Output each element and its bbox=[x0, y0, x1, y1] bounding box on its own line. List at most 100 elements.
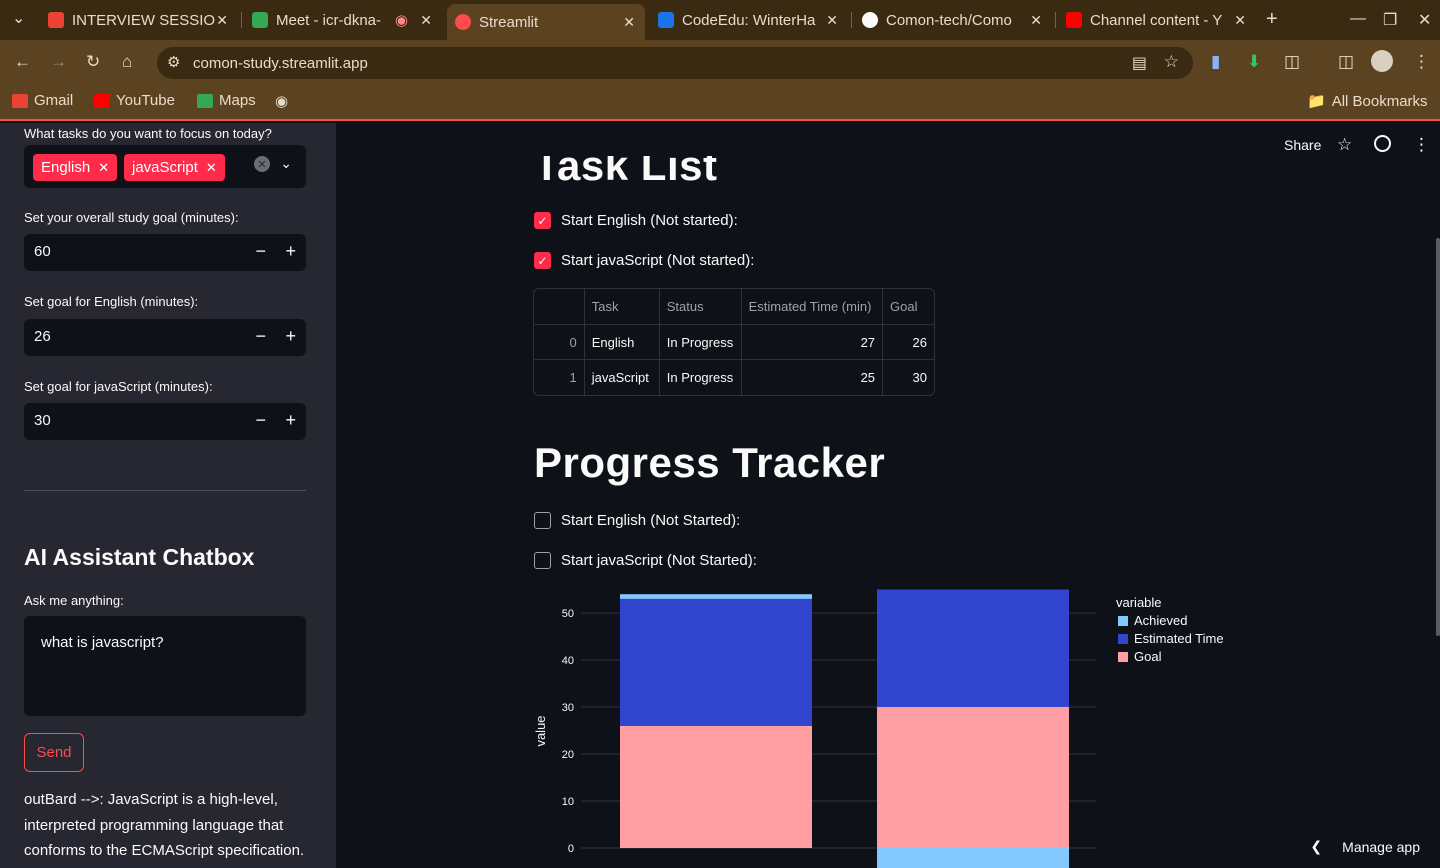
reload-icon[interactable]: ↻ bbox=[86, 52, 100, 72]
chevron-down-icon[interactable]: ⌄ bbox=[280, 155, 292, 172]
table-header[interactable]: Task bbox=[584, 289, 660, 325]
overall-goal-input[interactable]: 60 − + bbox=[24, 234, 306, 271]
bookmark-label: Gmail bbox=[34, 92, 74, 109]
tab-streamlit[interactable]: Streamlit ✕ bbox=[447, 4, 645, 40]
maps-icon bbox=[197, 93, 213, 108]
scrollbar[interactable] bbox=[1436, 238, 1440, 636]
decrement-button[interactable]: − bbox=[255, 410, 266, 431]
table-cell[interactable]: In Progress bbox=[660, 360, 742, 395]
restore-icon[interactable]: ❐ bbox=[1383, 10, 1397, 30]
table-cell[interactable]: 26 bbox=[883, 325, 934, 360]
home-icon[interactable]: ⌂ bbox=[122, 52, 132, 72]
clear-all-icon[interactable]: ✕ bbox=[254, 156, 270, 172]
chip-remove-icon[interactable]: ✕ bbox=[98, 160, 109, 176]
new-tab-icon[interactable]: + bbox=[1266, 8, 1278, 31]
table-header[interactable]: Goal bbox=[883, 289, 934, 325]
task-checkbox-english[interactable]: ✓ Start English (Not started): bbox=[534, 212, 738, 229]
close-icon[interactable]: ✕ bbox=[826, 12, 838, 29]
forward-icon[interactable]: → bbox=[50, 52, 67, 72]
extension-download-icon[interactable]: ⬇ bbox=[1247, 52, 1261, 72]
increment-button[interactable]: + bbox=[285, 241, 296, 262]
bookmark-gmail[interactable]: Gmail bbox=[12, 92, 73, 109]
table-cell[interactable]: 27 bbox=[741, 325, 884, 360]
task-table[interactable]: Task Status Estimated Time (min) Goal 0 … bbox=[533, 288, 935, 396]
legend-swatch bbox=[1118, 634, 1128, 644]
bookmark-maps[interactable]: Maps bbox=[197, 92, 256, 109]
close-icon[interactable]: ✕ bbox=[1030, 12, 1042, 29]
checkbox-checked-icon[interactable]: ✓ bbox=[534, 212, 551, 229]
increment-button[interactable]: + bbox=[285, 410, 296, 431]
task-checkbox-javascript[interactable]: ✓ Start javaScript (Not started): bbox=[534, 252, 754, 269]
increment-button[interactable]: + bbox=[285, 326, 296, 347]
table-cell[interactable]: 25 bbox=[742, 360, 884, 395]
english-goal-label: Set goal for English (minutes): bbox=[24, 294, 199, 309]
github-icon[interactable] bbox=[1374, 135, 1391, 152]
tasks-multiselect[interactable]: English ✕ javaScript ✕ ✕ ⌄ bbox=[24, 145, 306, 188]
bookmark-youtube[interactable]: YouTube bbox=[94, 92, 175, 109]
extensions-icon[interactable]: ◫ bbox=[1284, 52, 1300, 72]
tab-search-icon[interactable]: ⌄ bbox=[12, 8, 25, 28]
js-goal-input[interactable]: 30 − + bbox=[24, 403, 306, 440]
bookmark-globe[interactable]: ◉ bbox=[275, 92, 288, 110]
english-goal-input[interactable]: 26 − + bbox=[24, 319, 306, 356]
side-panel-icon[interactable]: ◫ bbox=[1338, 52, 1354, 72]
menu-icon[interactable]: ⋮ bbox=[1413, 52, 1430, 72]
back-icon[interactable]: ← bbox=[14, 52, 31, 72]
youtube-icon bbox=[94, 93, 110, 108]
manage-app-button[interactable]: ❮ Manage app bbox=[1310, 838, 1420, 855]
table-cell[interactable]: 1 bbox=[534, 360, 585, 395]
legend-item: Achieved bbox=[1134, 613, 1187, 628]
extension-docs-icon[interactable]: ▮ bbox=[1211, 52, 1220, 72]
table-cell[interactable]: 30 bbox=[883, 360, 934, 395]
tab-github[interactable]: Comon-tech/Como ✕ bbox=[862, 6, 1052, 34]
decrement-button[interactable]: − bbox=[255, 326, 266, 347]
tab-codeedu[interactable]: CodeEdu: WinterHa ✕ bbox=[658, 6, 848, 34]
progress-checkbox-english[interactable]: Start English (Not Started): bbox=[534, 512, 740, 529]
close-icon[interactable]: ✕ bbox=[216, 12, 228, 29]
tab-label: INTERVIEW SESSIO bbox=[72, 11, 216, 29]
table-cell[interactable]: 0 bbox=[534, 325, 585, 360]
sidebar: What tasks do you want to focus on today… bbox=[0, 123, 336, 868]
table-row: 0 English In Progress 27 26 bbox=[534, 325, 934, 360]
chat-textarea[interactable]: what is javascript? bbox=[24, 616, 306, 716]
minimize-icon[interactable]: — bbox=[1350, 10, 1366, 28]
tab-meet[interactable]: Meet - icr-dkna- ◉ ✕ bbox=[252, 6, 442, 34]
tab-youtube[interactable]: Channel content - Y ✕ bbox=[1066, 6, 1256, 34]
table-header[interactable] bbox=[534, 289, 585, 325]
tab-gmail[interactable]: INTERVIEW SESSIO ✕ bbox=[48, 6, 238, 34]
progress-checkbox-javascript[interactable]: Start javaScript (Not Started): bbox=[534, 552, 757, 569]
table-cell[interactable]: In Progress bbox=[659, 325, 742, 360]
table-cell[interactable]: javaScript bbox=[585, 360, 660, 395]
close-window-icon[interactable]: ✕ bbox=[1418, 10, 1431, 30]
table-header-row: Task Status Estimated Time (min) Goal bbox=[534, 289, 934, 325]
bookmark-star-icon[interactable]: ☆ bbox=[1164, 52, 1179, 72]
gmail-icon bbox=[12, 93, 28, 108]
table-header[interactable]: Estimated Time (min) bbox=[741, 289, 884, 325]
tab-label: Channel content - Y bbox=[1090, 11, 1223, 29]
table-cell[interactable]: English bbox=[584, 325, 660, 360]
chat-label: Ask me anything: bbox=[24, 593, 124, 608]
close-icon[interactable]: ✕ bbox=[420, 12, 432, 29]
send-button[interactable]: Send bbox=[24, 733, 84, 772]
checkbox-checked-icon[interactable]: ✓ bbox=[534, 252, 551, 269]
decrement-button[interactable]: − bbox=[255, 241, 266, 262]
close-icon[interactable]: ✕ bbox=[1234, 12, 1246, 29]
site-info-icon[interactable]: ⚙ bbox=[167, 53, 180, 71]
bar-estimated-time bbox=[877, 589, 1069, 707]
close-icon[interactable]: ✕ bbox=[623, 14, 635, 31]
more-menu-icon[interactable]: ⋮ bbox=[1413, 135, 1430, 155]
progress-chart[interactable]: 0 10 20 30 40 50 value variable Achieved Estimate… bbox=[526, 586, 1246, 868]
star-icon[interactable]: ☆ bbox=[1337, 135, 1352, 155]
task-list-title: Task List bbox=[534, 142, 718, 189]
folder-icon: 📁 bbox=[1307, 93, 1326, 110]
table-header[interactable]: Status bbox=[659, 289, 742, 325]
all-bookmarks[interactable]: 📁 All Bookmarks bbox=[1307, 92, 1428, 111]
address-bar[interactable]: ⚙ comon-study.streamlit.app ▤ ☆ bbox=[157, 47, 1193, 79]
checkbox-unchecked-icon[interactable] bbox=[534, 552, 551, 569]
chip-remove-icon[interactable]: ✕ bbox=[206, 160, 217, 176]
profile-avatar[interactable] bbox=[1371, 50, 1393, 72]
install-app-icon[interactable]: ▤ bbox=[1132, 53, 1147, 73]
checkbox-unchecked-icon[interactable] bbox=[534, 512, 551, 529]
share-button[interactable]: Share bbox=[1284, 137, 1321, 153]
tab-separator bbox=[1055, 12, 1056, 28]
